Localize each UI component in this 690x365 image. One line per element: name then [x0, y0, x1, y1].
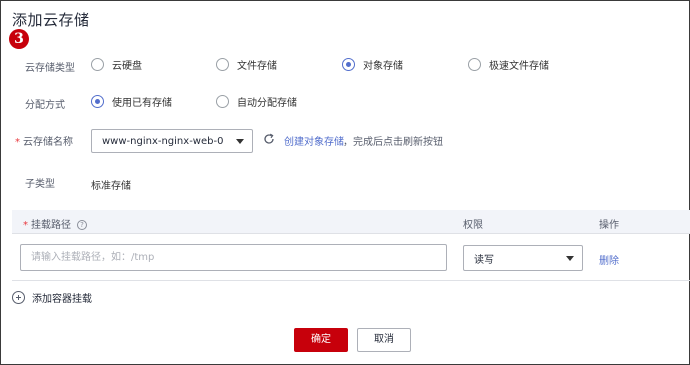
confirm-button[interactable]: 确定 [294, 328, 348, 352]
radio-label: 文件存储 [237, 61, 277, 72]
radio-label: 极速文件存储 [489, 61, 549, 72]
storage-type-label: 云存储类型 [25, 63, 75, 74]
step-number-badge: 3 [9, 29, 29, 49]
required-marker: * [15, 137, 20, 148]
allocation-label: 分配方式 [25, 100, 65, 111]
refresh-icon[interactable] [263, 133, 275, 145]
cancel-button[interactable]: 取消 [357, 328, 411, 352]
caret-down-icon [236, 138, 244, 144]
help-icon[interactable]: ? [77, 220, 87, 230]
permission-value: 读写 [474, 254, 494, 266]
action-column-header: 操作 [599, 220, 619, 231]
mount-table-header: * 挂载路径? 权限 操作 [12, 210, 690, 234]
radio-label: 自动分配存储 [237, 98, 297, 109]
dialog-title: 添加云存储 [12, 11, 90, 29]
radio-sfs[interactable]: 文件存储 [216, 57, 277, 72]
required-marker: * [23, 220, 28, 231]
radio-evs[interactable]: 云硬盘 [91, 57, 142, 72]
caret-down-icon [566, 255, 574, 261]
plus-circle-icon [12, 291, 25, 304]
radio-use-existing[interactable]: 使用已有存储 [91, 94, 172, 109]
row-divider [12, 280, 690, 281]
permission-select[interactable]: 读写 [463, 245, 583, 271]
radio-circle-icon [216, 95, 229, 108]
radio-auto-allocate[interactable]: 自动分配存储 [216, 94, 297, 109]
mount-path-input[interactable] [20, 244, 447, 271]
subtype-value: 标准存储 [91, 181, 131, 192]
radio-circle-icon [216, 58, 229, 71]
permission-column-header: 权限 [463, 220, 483, 231]
add-container-mount-button[interactable]: 添加容器挂载 [12, 290, 92, 305]
path-column-header: * 挂载路径? [23, 216, 87, 231]
subtype-label: 子类型 [25, 179, 55, 190]
radio-obs[interactable]: 对象存储 [342, 57, 403, 72]
radio-label: 使用已有存储 [112, 98, 172, 109]
create-obs-link[interactable]: 创建对象存储 [284, 133, 344, 148]
radio-label: 云硬盘 [112, 61, 142, 72]
storage-name-label: * 云存储名称 [15, 137, 73, 148]
add-mount-label: 添加容器挂载 [32, 294, 92, 305]
radio-circle-icon [91, 58, 104, 71]
refresh-hint: ，完成后点击刷新按钮 [343, 137, 443, 148]
radio-checked-icon [342, 58, 355, 71]
radio-label: 对象存储 [363, 61, 403, 72]
storage-name-value: www-nginx-nginx-web-0 [102, 135, 224, 147]
add-cloud-storage-dialog: 添加云存储 3 云存储类型 云硬盘 文件存储 对象存储 极速文件存储 分配方式 … [0, 0, 690, 365]
radio-sfs-turbo[interactable]: 极速文件存储 [468, 57, 549, 72]
radio-checked-icon [91, 95, 104, 108]
storage-name-select[interactable]: www-nginx-nginx-web-0 [91, 129, 253, 153]
radio-circle-icon [468, 58, 481, 71]
delete-link[interactable]: 删除 [599, 252, 619, 267]
